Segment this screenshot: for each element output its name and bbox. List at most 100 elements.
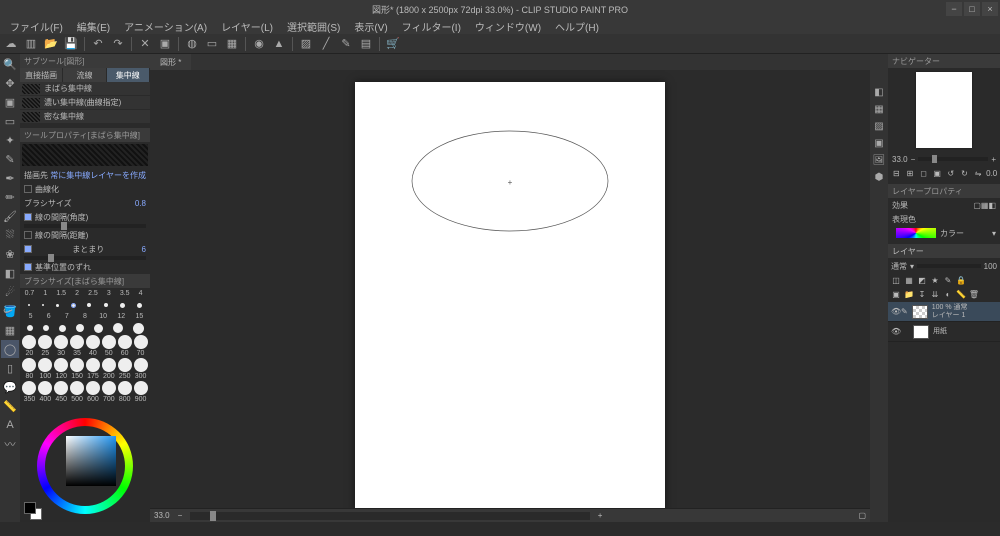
menu-filter[interactable]: フィルター(I) <box>396 19 467 34</box>
menu-window[interactable]: ウィンドウ(W) <box>469 19 547 34</box>
minimize-button[interactable]: − <box>946 2 962 16</box>
visibility-icon[interactable]: 👁 <box>891 307 901 316</box>
tp-drawdest-value[interactable]: 常に集中線レイヤーを作成 <box>50 170 146 181</box>
new-folder-icon[interactable]: 📁 <box>903 288 915 300</box>
brush-size-row-1[interactable] <box>20 299 150 311</box>
draft-icon[interactable]: ✎ <box>942 274 954 286</box>
nav-rotleft-icon[interactable]: ↺ <box>945 166 958 180</box>
wand-tool[interactable]: ✦ <box>1 131 19 149</box>
quick-access-icon[interactable]: ◧ <box>871 84 887 100</box>
effect-tone-icon[interactable]: ▦ <box>981 201 989 210</box>
fill-button[interactable]: ◍ <box>183 35 201 53</box>
open-button[interactable]: 📂 <box>42 35 60 53</box>
menu-file[interactable]: ファイル(F) <box>4 19 69 34</box>
nav-flip-icon[interactable]: ⇋ <box>972 166 985 180</box>
menu-view[interactable]: 表示(V) <box>348 19 393 34</box>
eraser-tool[interactable]: ◧ <box>1 264 19 282</box>
figure-tool[interactable]: ◯ <box>1 340 19 358</box>
opacity-slider[interactable] <box>917 264 981 268</box>
new-button[interactable]: ▥ <box>22 35 40 53</box>
fill-tool[interactable]: 🪣 <box>1 302 19 320</box>
brush-size-row-4[interactable] <box>20 357 150 373</box>
delete-button[interactable]: ✕ <box>136 35 154 53</box>
text-tool[interactable]: A <box>1 416 19 434</box>
bundle-checkbox[interactable] <box>24 245 32 253</box>
zoom-readout[interactable]: 33.0 <box>154 511 170 520</box>
nav-rotright-icon[interactable]: ↻ <box>958 166 971 180</box>
visibility-icon[interactable]: 👁 <box>891 327 901 336</box>
lock-alpha-icon[interactable]: ◫ <box>890 274 902 286</box>
3d-button[interactable]: ◉ <box>250 35 268 53</box>
nav-zoomout-icon[interactable]: ⊟ <box>890 166 903 180</box>
material-button[interactable]: ▲ <box>270 35 288 53</box>
canvas-tab[interactable]: 図形 * <box>150 54 191 70</box>
menu-edit[interactable]: 編集(E) <box>71 19 116 34</box>
undo-button[interactable]: ↶ <box>89 35 107 53</box>
mask-icon[interactable]: ◐ <box>942 288 954 300</box>
brushsize-value[interactable]: 0.8 <box>135 199 146 208</box>
lock-icon[interactable]: 🔒 <box>955 274 967 286</box>
frame-tool[interactable]: ▯ <box>1 359 19 377</box>
subtool-tab-stream[interactable]: 流線 <box>63 68 106 82</box>
mat-image-icon[interactable]: 🖼 <box>871 152 887 168</box>
clip-icon[interactable]: ◩ <box>916 274 928 286</box>
canvas-viewport[interactable]: + <box>150 70 870 508</box>
pencil-tool[interactable]: ✏ <box>1 188 19 206</box>
assets-button[interactable]: 🛒 <box>384 35 402 53</box>
cloud-button[interactable]: ☁ <box>2 35 20 53</box>
nav-zoomin-icon[interactable]: ⊞ <box>904 166 917 180</box>
balloon-tool[interactable]: 💬 <box>1 378 19 396</box>
opacity-value[interactable]: 100 <box>984 262 997 271</box>
navigator-thumbnail[interactable] <box>916 72 972 148</box>
expression-color-swatch[interactable] <box>896 228 936 238</box>
canvas-page[interactable]: + <box>355 82 665 508</box>
blend-mode[interactable]: 通常 <box>891 261 907 272</box>
eyedropper-tool[interactable]: ✎ <box>1 150 19 168</box>
menu-layer[interactable]: レイヤー(L) <box>215 19 279 34</box>
ruler-tool[interactable]: 📏 <box>1 397 19 415</box>
move-tool[interactable]: ✥ <box>1 74 19 92</box>
brush-size-row-5[interactable] <box>20 380 150 396</box>
zoom-out-icon[interactable]: − <box>178 511 183 520</box>
new-layer-icon[interactable]: ▣ <box>890 288 902 300</box>
ruler-layer-icon[interactable]: 📏 <box>955 288 967 300</box>
nav-zoom-slider[interactable] <box>918 157 988 161</box>
subtool-item-dense-curve[interactable]: 濃い集中線(曲線指定) <box>20 96 150 110</box>
effect-color-icon[interactable]: ◧ <box>988 201 996 210</box>
mat-color-icon[interactable]: ▦ <box>871 101 887 117</box>
tone-button[interactable]: ▦ <box>223 35 241 53</box>
ruler-button[interactable]: ╱ <box>317 35 335 53</box>
mat-manga-icon[interactable]: ▣ <box>871 135 887 151</box>
layer-item-1[interactable]: 👁 ✎ 100 % 通常レイヤー 1 <box>888 302 1000 322</box>
gap-angle-slider[interactable] <box>24 224 146 228</box>
effect-border-icon[interactable]: ▢ <box>973 201 981 210</box>
transfer-icon[interactable]: ↧ <box>916 288 928 300</box>
gap-angle-checkbox[interactable] <box>24 213 32 221</box>
subtool-item-sparse[interactable]: まばら集中線 <box>20 82 150 96</box>
nav-angle-value[interactable]: 0.0 <box>985 166 998 180</box>
redo-button[interactable]: ↷ <box>109 35 127 53</box>
correct-tool[interactable]: 〰 <box>1 435 19 453</box>
decoration-tool[interactable]: ❀ <box>1 245 19 263</box>
layer-thumbnail[interactable] <box>913 325 929 339</box>
save-button[interactable]: 💾 <box>62 35 80 53</box>
zoom-in-icon[interactable]: + <box>598 511 603 520</box>
grid-button[interactable]: ▤ <box>357 35 375 53</box>
shift-checkbox[interactable] <box>24 263 32 271</box>
magnify-tool[interactable]: 🔍 <box>1 55 19 73</box>
layer-thumbnail[interactable] <box>912 305 928 319</box>
clear-button[interactable]: ▣ <box>156 35 174 53</box>
marquee-tool[interactable]: ▭ <box>1 112 19 130</box>
mat-3d-icon[interactable]: ⬢ <box>871 169 887 185</box>
layer-item-paper[interactable]: 👁 用紙 <box>888 322 1000 342</box>
ref-icon[interactable]: ★ <box>929 274 941 286</box>
perspective-button[interactable]: ✎ <box>337 35 355 53</box>
snap-button[interactable]: ▨ <box>297 35 315 53</box>
zoom-slider[interactable] <box>190 512 590 520</box>
menu-help[interactable]: ヘルプ(H) <box>549 19 605 34</box>
maximize-button[interactable]: □ <box>964 2 980 16</box>
brush-size-row-3[interactable] <box>20 334 150 350</box>
fit-icon[interactable]: ▢ <box>858 511 866 520</box>
blend-tool[interactable]: ☄ <box>1 283 19 301</box>
lock-pixel-icon[interactable]: ▦ <box>903 274 915 286</box>
